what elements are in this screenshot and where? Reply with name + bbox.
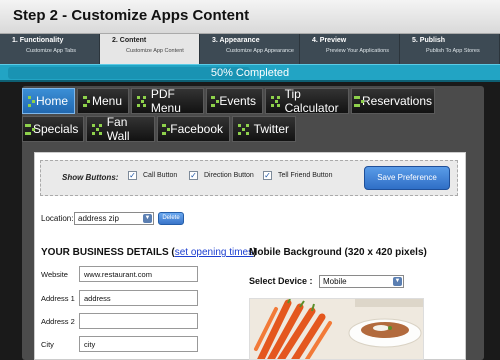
direction-button-checkbox[interactable]: ✓ Direction Button [189,171,254,180]
step-title: 4. Preview [312,37,347,44]
address2-field[interactable] [79,313,198,329]
tab-reservations[interactable]: Reservations [351,88,435,114]
show-buttons-label: Show Buttons: [62,173,119,182]
step-subtitle: Publish To App Stores [426,48,480,54]
checkbox-label: Tell Friend Button [278,172,333,179]
location-select[interactable]: address zip ▼ [74,212,154,225]
location-value: address zip [78,214,119,223]
step-publish[interactable]: 5. Publish Publish To App Stores [400,34,500,64]
tab-label: Home [35,94,68,108]
progress-bar: 50% Completed [0,64,500,82]
device-value: Mobile [323,277,347,286]
step-functionality[interactable]: 1. Functionality Customize App Tabs [0,34,100,64]
tell-friend-button-checkbox[interactable]: ✓ Tell Friend Button [263,171,332,180]
move-arrows-icon [27,95,35,107]
step-subtitle: Customize App Appearance [226,48,294,54]
tab-specials[interactable]: Specials [22,116,84,142]
mobile-background-heading: Mobile Background (320 x 420 pixels) [249,247,427,258]
tab-label: Twitter [253,122,289,136]
tab-fan-wall[interactable]: Fan Wall [86,115,155,143]
background-preview-image [249,298,424,360]
chevron-down-icon: ▼ [393,277,402,286]
business-heading-text: YOUR BUSINESS DETAILS [41,247,169,258]
step-wizard: 1. Functionality Customize App Tabs 2. C… [0,34,500,64]
tab-label: Specials [33,122,79,136]
move-arrows-icon [238,123,249,135]
tab-label: PDF Menu [150,87,181,115]
tab-tip-calculator[interactable]: Tip Calculator [265,87,349,115]
tab-label: Facebook [170,122,223,136]
tab-facebook[interactable]: Facebook [157,116,230,142]
checkmark-icon: ✓ [263,171,272,180]
step-preview[interactable]: 4. Preview Preview Your Applications [300,34,400,64]
step-title: 5. Publish [412,37,446,44]
tab-label: Reservations [362,94,433,108]
city-field[interactable]: city [79,336,198,352]
step-subtitle: Preview Your Applications [326,48,389,54]
tab-row: Specials Fan Wall Facebook Twitter [22,115,478,143]
checkmark-icon: ✓ [128,171,137,180]
step-title: 1. Functionality [12,37,64,44]
move-arrows-icon [162,123,170,135]
tab-label: Events [219,94,256,108]
address1-field[interactable]: address [79,290,198,306]
tab-label: Fan Wall [106,115,130,143]
tab-label: Menu [91,94,122,108]
move-arrows-icon [211,95,219,107]
show-buttons-bar: Show Buttons: ✓ Call Button ✓ Direction … [40,160,458,196]
step-subtitle: Customize App Content [126,48,184,54]
move-arrows-icon [137,95,146,107]
app-root: Step 2 - Customize Apps Content 1. Funct… [0,0,500,360]
location-label: Location: [41,214,74,223]
website-field[interactable]: www.restaurant.com [79,266,198,282]
step-title: 2. Content [112,37,147,44]
checkmark-icon: ✓ [189,171,198,180]
move-arrows-icon [92,123,102,135]
checkbox-label: Call Button [143,172,178,179]
tab-home[interactable]: Home [22,88,75,114]
tab-events[interactable]: Events [206,88,263,114]
tab-pdf-menu[interactable]: PDF Menu [131,87,204,115]
chevron-down-icon: ▼ [143,214,152,223]
city-label: City [41,340,54,349]
select-device-label: Select Device : [249,276,313,286]
save-preference-button[interactable]: Save Preference [364,166,450,190]
set-opening-times-link[interactable]: set opening times [175,247,253,258]
move-arrows-icon [83,95,90,107]
step-subtitle: Customize App Tabs [26,48,77,54]
header: Step 2 - Customize Apps Content [0,0,500,34]
tab-bar: Home Menu PDF Menu Events Tip Calculator… [22,87,478,144]
food-photo-illustration [250,299,423,359]
delete-button[interactable]: Delete [158,212,184,225]
tab-twitter[interactable]: Twitter [232,116,296,142]
address1-label: Address 1 [41,294,75,303]
tab-menu[interactable]: Menu [77,88,129,114]
website-label: Website [41,270,68,279]
checkbox-label: Direction Button [204,172,254,179]
business-details-heading: YOUR BUSINESS DETAILS (set opening times… [41,247,256,258]
address2-label: Address 2 [41,317,75,326]
tab-row: Home Menu PDF Menu Events Tip Calculator… [22,87,478,115]
call-button-checkbox[interactable]: ✓ Call Button [128,171,177,180]
move-arrows-icon [271,95,280,107]
step-title: 3. Appearance [212,37,260,44]
step-appearance[interactable]: 3. Appearance Customize App Appearance [200,34,300,64]
device-select[interactable]: Mobile ▼ [319,275,404,288]
progress-label: 50% Completed [210,67,290,79]
page-title: Step 2 - Customize Apps Content [13,7,250,24]
step-content[interactable]: 2. Content Customize App Content [100,34,200,64]
tab-label: Tip Calculator [284,87,339,115]
